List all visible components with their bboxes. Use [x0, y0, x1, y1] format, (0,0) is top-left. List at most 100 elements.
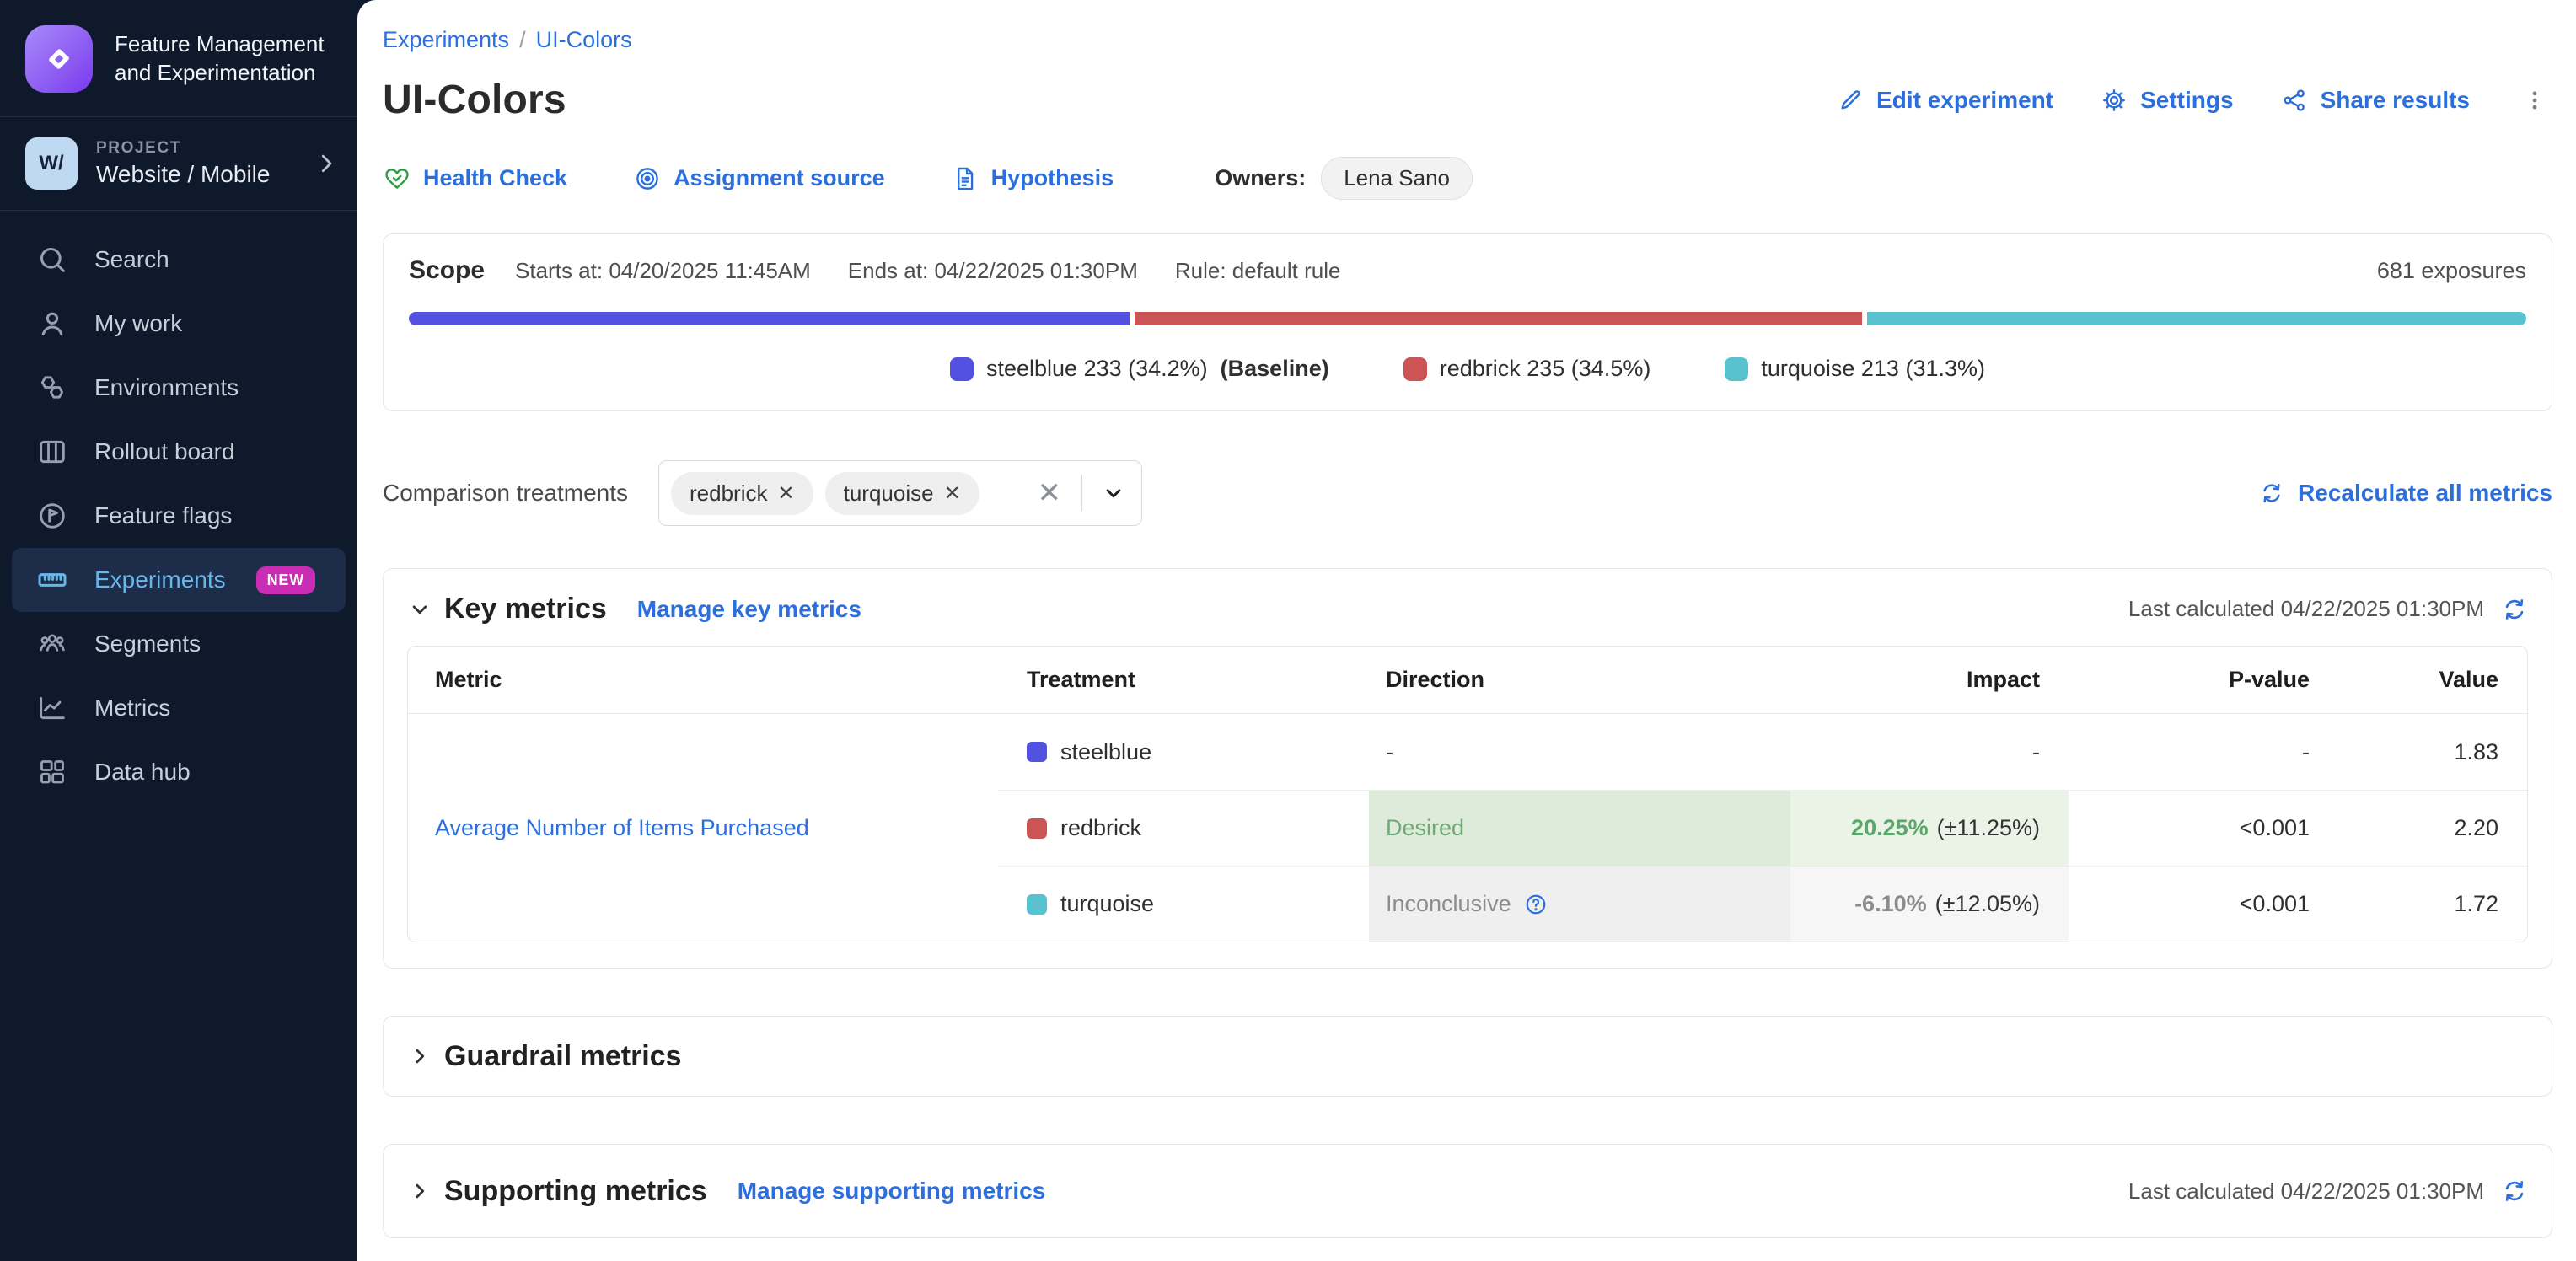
- sidebar-item-label: Rollout board: [94, 438, 235, 465]
- split-logo-icon: [25, 25, 93, 93]
- board-columns-icon: [35, 435, 69, 469]
- edit-experiment-button[interactable]: Edit experiment: [1837, 87, 2053, 114]
- sidebar: Feature Management and Experimentation W…: [0, 0, 357, 1261]
- pvalue-cell: <0.001: [2069, 790, 2338, 866]
- scope-title: Scope: [409, 256, 485, 285]
- owner-pill[interactable]: Lena Sano: [1321, 157, 1473, 200]
- collapse-chevron-right-icon[interactable]: [407, 1178, 432, 1204]
- hypothesis-link[interactable]: Hypothesis: [951, 164, 1114, 193]
- metric-cell: Average Number of Items Purchased: [408, 714, 998, 942]
- gear-icon: [2101, 87, 2128, 114]
- sidebar-item-segments[interactable]: Segments: [12, 612, 346, 676]
- sidebar-item-rollout-board[interactable]: Rollout board: [12, 420, 346, 484]
- comparison-treatments-label: Comparison treatments: [383, 480, 628, 507]
- bullseye-icon: [633, 164, 662, 193]
- sidebar-item-my-work[interactable]: My work: [12, 292, 346, 356]
- refresh-icon: [2259, 480, 2284, 506]
- last-calculated-text: Last calculated 04/22/2025 01:30PM: [2128, 596, 2484, 622]
- treatment-color-chip: [1027, 818, 1047, 839]
- grid-icon: [35, 755, 69, 789]
- value-cell: 1.72: [2338, 866, 2527, 942]
- direction-cell-desired: Desired: [1369, 790, 1790, 866]
- collapse-chevron-down-icon[interactable]: [407, 597, 432, 622]
- guardrail-metrics-card: Guardrail metrics: [383, 1016, 2552, 1097]
- sidebar-item-experiments[interactable]: Experiments NEW: [12, 548, 346, 612]
- breadcrumb-current-link[interactable]: UI-Colors: [536, 27, 632, 53]
- treatment-color-chip: [1027, 894, 1047, 915]
- assignment-source-link[interactable]: Assignment source: [633, 164, 885, 193]
- project-switcher[interactable]: W/ PROJECT Website / Mobile: [0, 117, 357, 211]
- main-content: Experiments / UI-Colors UI-Colors Edit e…: [357, 0, 2576, 1261]
- treatment-chip-turquoise[interactable]: turquoise ✕: [825, 472, 979, 515]
- recalculate-all-metrics-button[interactable]: Recalculate all metrics: [2259, 480, 2552, 507]
- sidebar-item-data-hub[interactable]: Data hub: [12, 740, 346, 804]
- share-results-button[interactable]: Share results: [2281, 87, 2470, 114]
- heart-check-icon: [383, 164, 411, 193]
- document-icon: [951, 164, 979, 193]
- sidebar-item-label: Environments: [94, 374, 239, 401]
- col-header-direction: Direction: [1369, 647, 1790, 714]
- chevron-down-icon[interactable]: [1094, 480, 1126, 506]
- direction-cell: -: [1369, 714, 1790, 790]
- distribution-legend: steelblue 233 (34.2%) (Baseline) redbric…: [409, 356, 2526, 382]
- settings-label: Settings: [2140, 87, 2233, 114]
- col-header-treatment: Treatment: [998, 647, 1369, 714]
- share-results-label: Share results: [2321, 87, 2470, 114]
- help-circle-icon[interactable]: [1523, 892, 1548, 917]
- legend-item-redbrick: redbrick 235 (34.5%): [1403, 356, 1651, 382]
- app-logo-row: Feature Management and Experimentation: [0, 0, 357, 117]
- refresh-icon[interactable]: [2501, 596, 2528, 623]
- sidebar-item-feature-flags[interactable]: Feature flags: [12, 484, 346, 548]
- treatment-color-chip: [1027, 742, 1047, 762]
- edit-experiment-label: Edit experiment: [1876, 87, 2053, 114]
- supporting-metrics-title: Supporting metrics: [444, 1175, 707, 1208]
- settings-button[interactable]: Settings: [2101, 87, 2233, 114]
- key-metrics-card: Key metrics Manage key metrics Last calc…: [383, 568, 2552, 969]
- sidebar-item-label: Segments: [94, 630, 201, 657]
- scope-card: Scope Starts at: 04/20/2025 11:45AM Ends…: [383, 233, 2552, 411]
- manage-key-metrics-link[interactable]: Manage key metrics: [637, 596, 861, 623]
- impact-cell: 20.25%(±11.25%): [1790, 790, 2069, 866]
- sidebar-item-metrics[interactable]: Metrics: [12, 676, 346, 740]
- breadcrumb-experiments-link[interactable]: Experiments: [383, 27, 509, 53]
- col-header-impact: Impact: [1790, 647, 2069, 714]
- legend-color-chip: [1403, 357, 1427, 381]
- collapse-chevron-right-icon[interactable]: [407, 1044, 432, 1069]
- treatment-chip-redbrick[interactable]: redbrick ✕: [671, 472, 813, 515]
- metric-name-link[interactable]: Average Number of Items Purchased: [435, 815, 809, 841]
- sidebar-nav: Search My work Environments Rollout boar…: [0, 211, 357, 821]
- project-avatar: W/: [25, 137, 78, 190]
- sidebar-item-environments[interactable]: Environments: [12, 356, 346, 420]
- health-check-link[interactable]: Health Check: [383, 164, 567, 193]
- page-title: UI-Colors: [383, 77, 566, 123]
- project-kicker: PROJECT: [96, 139, 270, 158]
- ruler-icon: [35, 563, 69, 597]
- share-icon: [2281, 87, 2308, 114]
- legend-item-steelblue: steelblue 233 (34.2%) (Baseline): [950, 356, 1329, 382]
- refresh-icon[interactable]: [2501, 1178, 2528, 1205]
- health-check-label: Health Check: [423, 165, 567, 191]
- sidebar-item-search[interactable]: Search: [12, 228, 346, 292]
- guardrail-metrics-title: Guardrail metrics: [444, 1040, 682, 1073]
- supporting-metrics-card: Supporting metrics Manage supporting met…: [383, 1144, 2552, 1238]
- sidebar-item-label: Search: [94, 246, 169, 273]
- impact-cell: -: [1790, 714, 2069, 790]
- key-metrics-title: Key metrics: [444, 593, 607, 625]
- flag-circle-icon: [35, 499, 69, 533]
- key-metrics-table: Metric Treatment Direction Impact P-valu…: [407, 646, 2528, 942]
- more-options-kebab-icon[interactable]: [2517, 84, 2552, 116]
- remove-chip-icon[interactable]: ✕: [778, 481, 795, 506]
- comparison-treatments-select[interactable]: redbrick ✕ turquoise ✕ ✕: [658, 460, 1142, 526]
- scope-starts: Starts at: 04/20/2025 11:45AM: [515, 258, 811, 284]
- impact-cell: -6.10%(±12.05%): [1790, 866, 2069, 942]
- sidebar-item-label: Data hub: [94, 759, 191, 786]
- col-header-metric: Metric: [408, 647, 998, 714]
- pvalue-cell: -: [2069, 714, 2338, 790]
- clear-select-icon[interactable]: ✕: [1029, 476, 1071, 510]
- app-title: Feature Management and Experimentation: [115, 30, 332, 88]
- manage-supporting-metrics-link[interactable]: Manage supporting metrics: [738, 1178, 1046, 1205]
- remove-chip-icon[interactable]: ✕: [944, 481, 961, 506]
- legend-item-turquoise: turquoise 213 (31.3%): [1725, 356, 1985, 382]
- line-chart-icon: [35, 691, 69, 725]
- sidebar-item-label: Experiments: [94, 566, 226, 593]
